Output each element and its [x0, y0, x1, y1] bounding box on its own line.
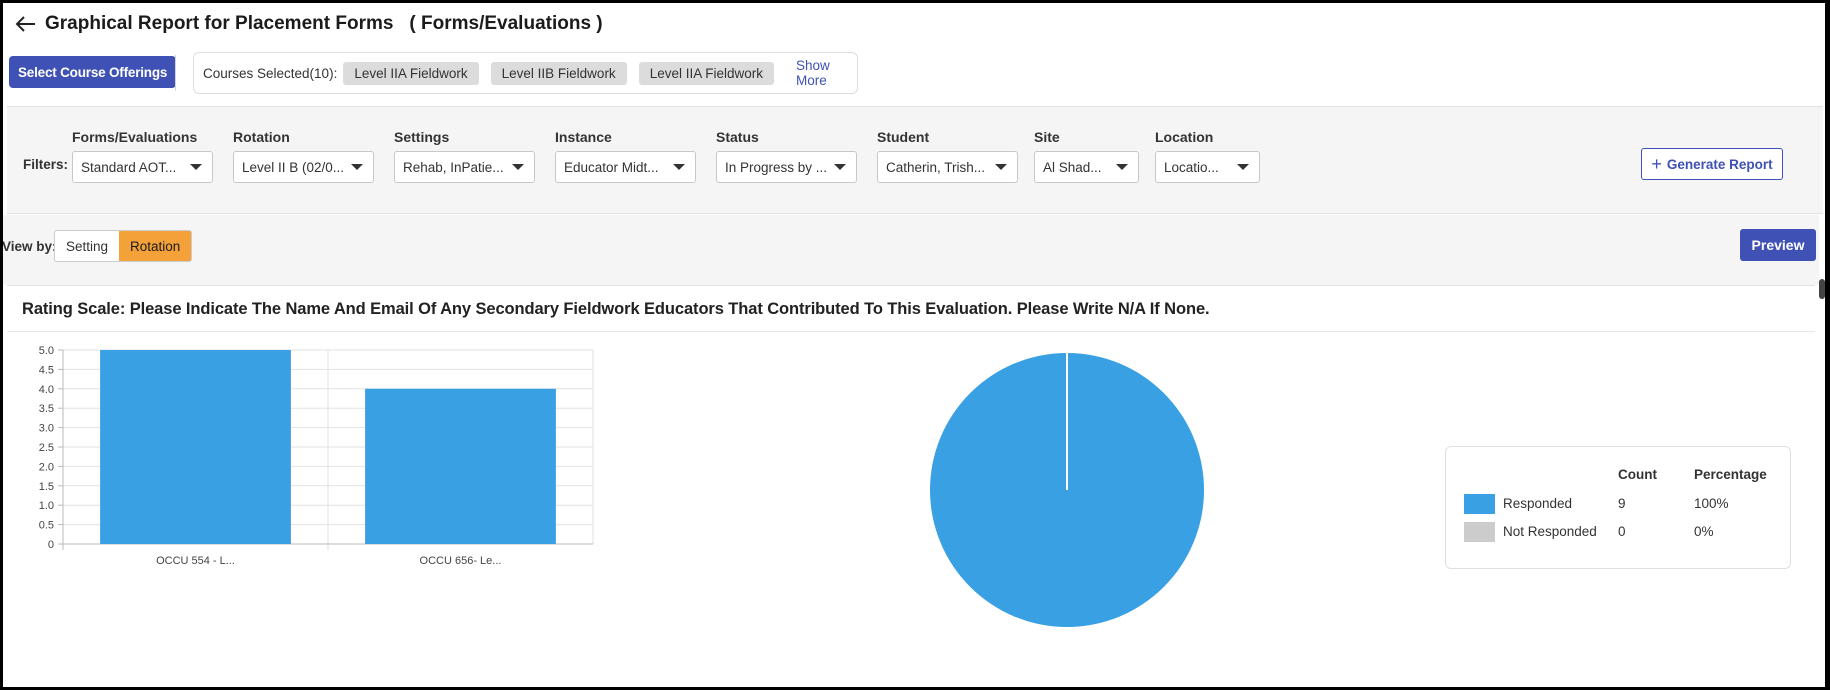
status-dropdown[interactable]: In Progress by ...	[716, 151, 857, 183]
y-tick-label: 3.5	[39, 403, 54, 415]
course-chip: Level IIA Fieldwork	[638, 61, 774, 85]
caret-down-icon	[351, 164, 363, 170]
view-by-label: View by:	[3, 239, 57, 254]
y-tick-label: 5.0	[39, 345, 54, 357]
dropdown-value: Locatio...	[1164, 159, 1219, 175]
y-tick-label: 4.5	[39, 364, 54, 376]
dropdown-value: Al Shad...	[1043, 159, 1102, 175]
view-by-bar: View by: Setting Rotation Preview	[3, 215, 1819, 285]
dropdown-value: In Progress by ...	[725, 159, 828, 175]
y-tick-label: 2.5	[39, 442, 54, 454]
filter-status: Status In Progress by ...	[716, 129, 857, 183]
courses-selected-label: Courses Selected(10):	[203, 65, 338, 81]
filter-label: Settings	[394, 129, 450, 145]
filter-label: Site	[1034, 129, 1060, 145]
select-course-offerings-button[interactable]: Select Course Offerings	[9, 56, 177, 88]
bar[interactable]	[100, 350, 291, 544]
app-window: Graphical Report for Placement Forms ( Fo…	[3, 3, 1825, 687]
show-more-link[interactable]: Show More	[796, 58, 857, 88]
x-tick-label: OCCU 656- Le...	[420, 555, 502, 567]
filter-settings: Settings Rehab, InPatie...	[394, 129, 535, 183]
course-chip: Level IIA Fieldwork	[343, 61, 479, 85]
card-title: Rating Scale: Please Indicate The Name A…	[22, 300, 1210, 318]
view-option-rotation[interactable]: Rotation	[119, 231, 192, 261]
page-header: Graphical Report for Placement Forms ( Fo…	[3, 3, 1825, 45]
caret-down-icon	[995, 164, 1007, 170]
generate-report-label: Generate Report	[1666, 156, 1773, 172]
filter-label: Student	[877, 129, 930, 145]
location-dropdown[interactable]: Locatio...	[1155, 151, 1260, 183]
y-tick-label: 1.0	[39, 500, 54, 512]
view-by-toggle: Setting Rotation	[54, 230, 193, 262]
x-tick-label: OCCU 554 - L...	[156, 555, 235, 567]
pie-chart	[930, 353, 1204, 627]
y-tick-label: 0	[48, 539, 54, 551]
filters-panel: Filters: Forms/Evaluations Standard AOT.…	[7, 106, 1823, 214]
filter-label: Rotation	[233, 129, 290, 145]
settings-dropdown[interactable]: Rehab, InPatie...	[394, 151, 535, 183]
legend-count: 0	[1618, 524, 1626, 539]
dropdown-value: Standard AOT...	[81, 159, 177, 175]
divider	[7, 331, 1815, 332]
legend-label: Not Responded	[1503, 524, 1597, 539]
rotation-dropdown[interactable]: Level II B (02/0...	[233, 151, 374, 183]
dropdown-value: Catherin, Trish...	[886, 159, 986, 175]
legend-percentage-header: Percentage	[1694, 467, 1767, 482]
filter-rotation: Rotation Level II B (02/0...	[233, 129, 374, 183]
legend-label: Responded	[1503, 496, 1573, 511]
y-tick-label: 1.5	[39, 481, 54, 493]
caret-down-icon	[512, 164, 524, 170]
filter-label: Status	[716, 129, 759, 145]
y-tick-label: 0.5	[39, 520, 54, 532]
preview-button[interactable]: Preview	[1740, 229, 1816, 261]
divider	[175, 55, 176, 91]
caret-down-icon	[190, 164, 202, 170]
instance-dropdown[interactable]: Educator Midt...	[555, 151, 696, 183]
view-option-setting[interactable]: Setting	[55, 231, 119, 261]
legend-percentage: 0%	[1694, 524, 1714, 539]
generate-report-button[interactable]: + Generate Report	[1641, 148, 1783, 180]
bar-chart: 0 0.5 1.0 1.5 2.0 2.5 3.0 3.5 4.0 4.5 5.0 OCCU 554 …	[39, 345, 594, 567]
site-dropdown[interactable]: Al Shad...	[1034, 151, 1139, 183]
legend-swatch	[1464, 494, 1495, 514]
page-subtitle: ( Forms/Evaluations )	[409, 13, 603, 34]
filter-site: Site Al Shad...	[1034, 129, 1139, 183]
course-selection-bar: Select Course Offerings Courses Selected…	[3, 49, 1825, 99]
filter-label: Location	[1155, 129, 1214, 145]
student-dropdown[interactable]: Catherin, Trish...	[877, 151, 1018, 183]
y-tick-label: 3.0	[39, 423, 54, 435]
page-title: Graphical Report for Placement Forms ( Fo…	[45, 13, 603, 35]
legend-row-responded: Responded 9 100%	[1464, 494, 1784, 514]
filter-forms-evaluations: Forms/Evaluations Standard AOT...	[72, 129, 213, 183]
legend-row-not-responded: Not Responded 0 0%	[1464, 522, 1784, 542]
filter-label: Forms/Evaluations	[72, 129, 198, 145]
caret-down-icon	[1237, 164, 1249, 170]
filters-label: Filters:	[23, 157, 69, 172]
caret-down-icon	[673, 164, 685, 170]
caret-down-icon	[834, 164, 846, 170]
legend-swatch	[1464, 522, 1495, 542]
forms-evaluations-dropdown[interactable]: Standard AOT...	[72, 151, 213, 183]
y-tick-label: 2.0	[39, 461, 54, 473]
page-title-text: Graphical Report for Placement Forms	[45, 13, 394, 34]
back-arrow-icon[interactable]	[13, 11, 39, 37]
bar[interactable]	[365, 388, 556, 544]
pie-legend: Count Percentage Responded 9 100% Not Re…	[1445, 446, 1791, 569]
courses-selected-box: Courses Selected(10): Level IIA Fieldwor…	[193, 52, 858, 94]
legend-percentage: 100%	[1694, 496, 1729, 511]
legend-count-header: Count	[1618, 467, 1657, 482]
course-chip: Level IIB Fieldwork	[490, 61, 627, 85]
scrollbar-thumb[interactable]	[1819, 279, 1825, 299]
dropdown-value: Educator Midt...	[564, 159, 659, 175]
caret-down-icon	[1116, 164, 1128, 170]
filter-label: Instance	[555, 129, 612, 145]
filter-location: Location Locatio...	[1155, 129, 1260, 183]
filter-instance: Instance Educator Midt...	[555, 129, 696, 183]
y-tick-label: 4.0	[39, 384, 54, 396]
legend-count: 9	[1618, 496, 1626, 511]
plus-icon: +	[1651, 154, 1662, 174]
filter-student: Student Catherin, Trish...	[877, 129, 1018, 183]
dropdown-value: Level II B (02/0...	[242, 159, 345, 175]
dropdown-value: Rehab, InPatie...	[403, 159, 504, 175]
